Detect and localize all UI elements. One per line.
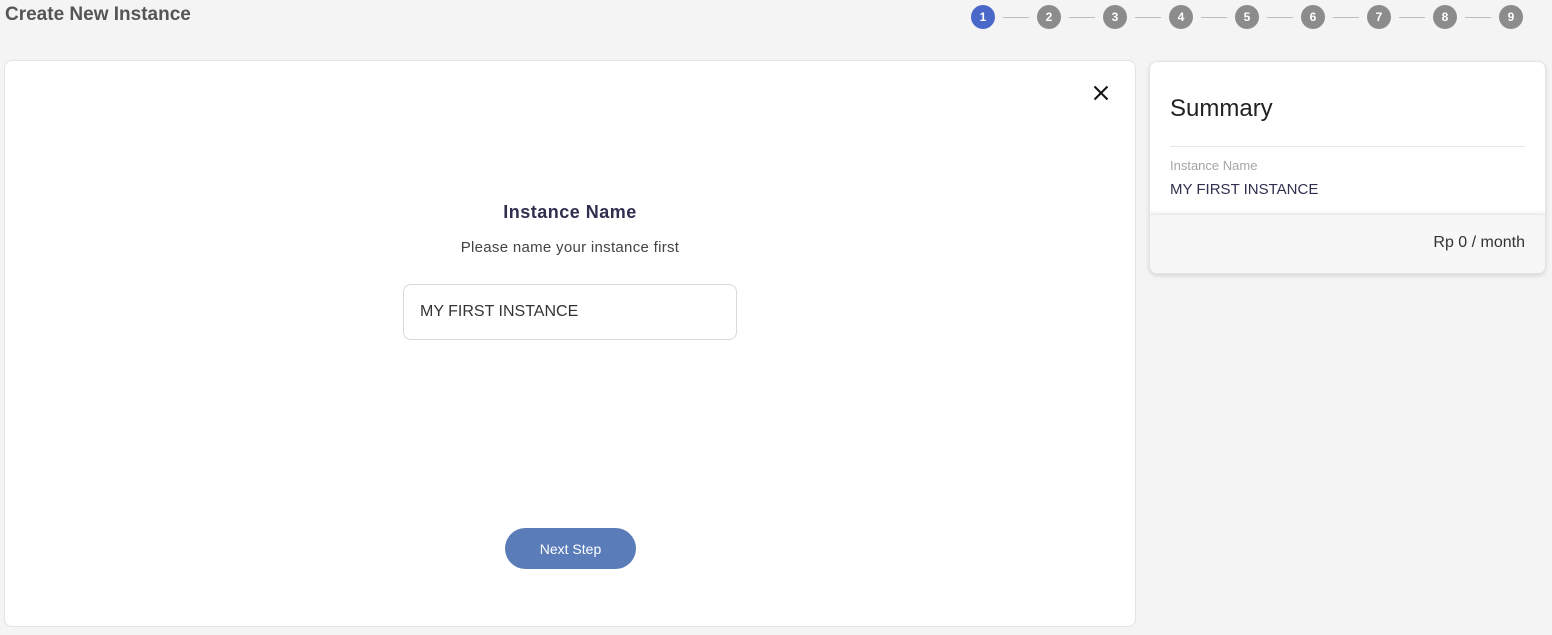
step-connector	[1135, 16, 1161, 18]
step-connector	[1399, 16, 1425, 18]
step-8[interactable]: 8	[1433, 5, 1457, 29]
step-4[interactable]: 4	[1169, 5, 1193, 29]
summary-field-label: Instance Name	[1170, 158, 1258, 173]
summary-card: Summary Instance Name MY FIRST INSTANCE …	[1149, 61, 1546, 274]
step-connector	[1333, 16, 1359, 18]
summary-field-value: MY FIRST INSTANCE	[1170, 181, 1319, 198]
form-subtitle: Please name your instance first	[460, 239, 680, 256]
step-connector	[1201, 16, 1227, 18]
step-6[interactable]: 6	[1301, 5, 1325, 29]
step-3[interactable]: 3	[1103, 5, 1127, 29]
summary-divider	[1170, 146, 1525, 147]
step-1[interactable]: 1	[971, 5, 995, 29]
step-2[interactable]: 2	[1037, 5, 1061, 29]
close-button[interactable]	[1089, 81, 1113, 105]
wizard-stepper: 1 2 3 4 5 6 7 8 9	[971, 5, 1523, 29]
instance-name-input[interactable]	[403, 284, 737, 340]
step-connector	[1003, 16, 1029, 18]
step-connector	[1465, 16, 1491, 18]
next-step-button[interactable]: Next Step	[505, 528, 636, 569]
form-title: Instance Name	[503, 202, 637, 222]
step-connector	[1267, 16, 1293, 18]
instance-form-card: Instance Name Please name your instance …	[4, 60, 1136, 627]
page-title: Create New Instance	[5, 4, 191, 25]
monthly-price: Rp 0 / month	[1433, 234, 1525, 251]
summary-title: Summary	[1170, 95, 1273, 122]
step-connector	[1069, 16, 1095, 18]
summary-price-footer: Rp 0 / month	[1150, 214, 1545, 273]
step-7[interactable]: 7	[1367, 5, 1391, 29]
step-9[interactable]: 9	[1499, 5, 1523, 29]
step-5[interactable]: 5	[1235, 5, 1259, 29]
close-icon	[1093, 85, 1109, 101]
